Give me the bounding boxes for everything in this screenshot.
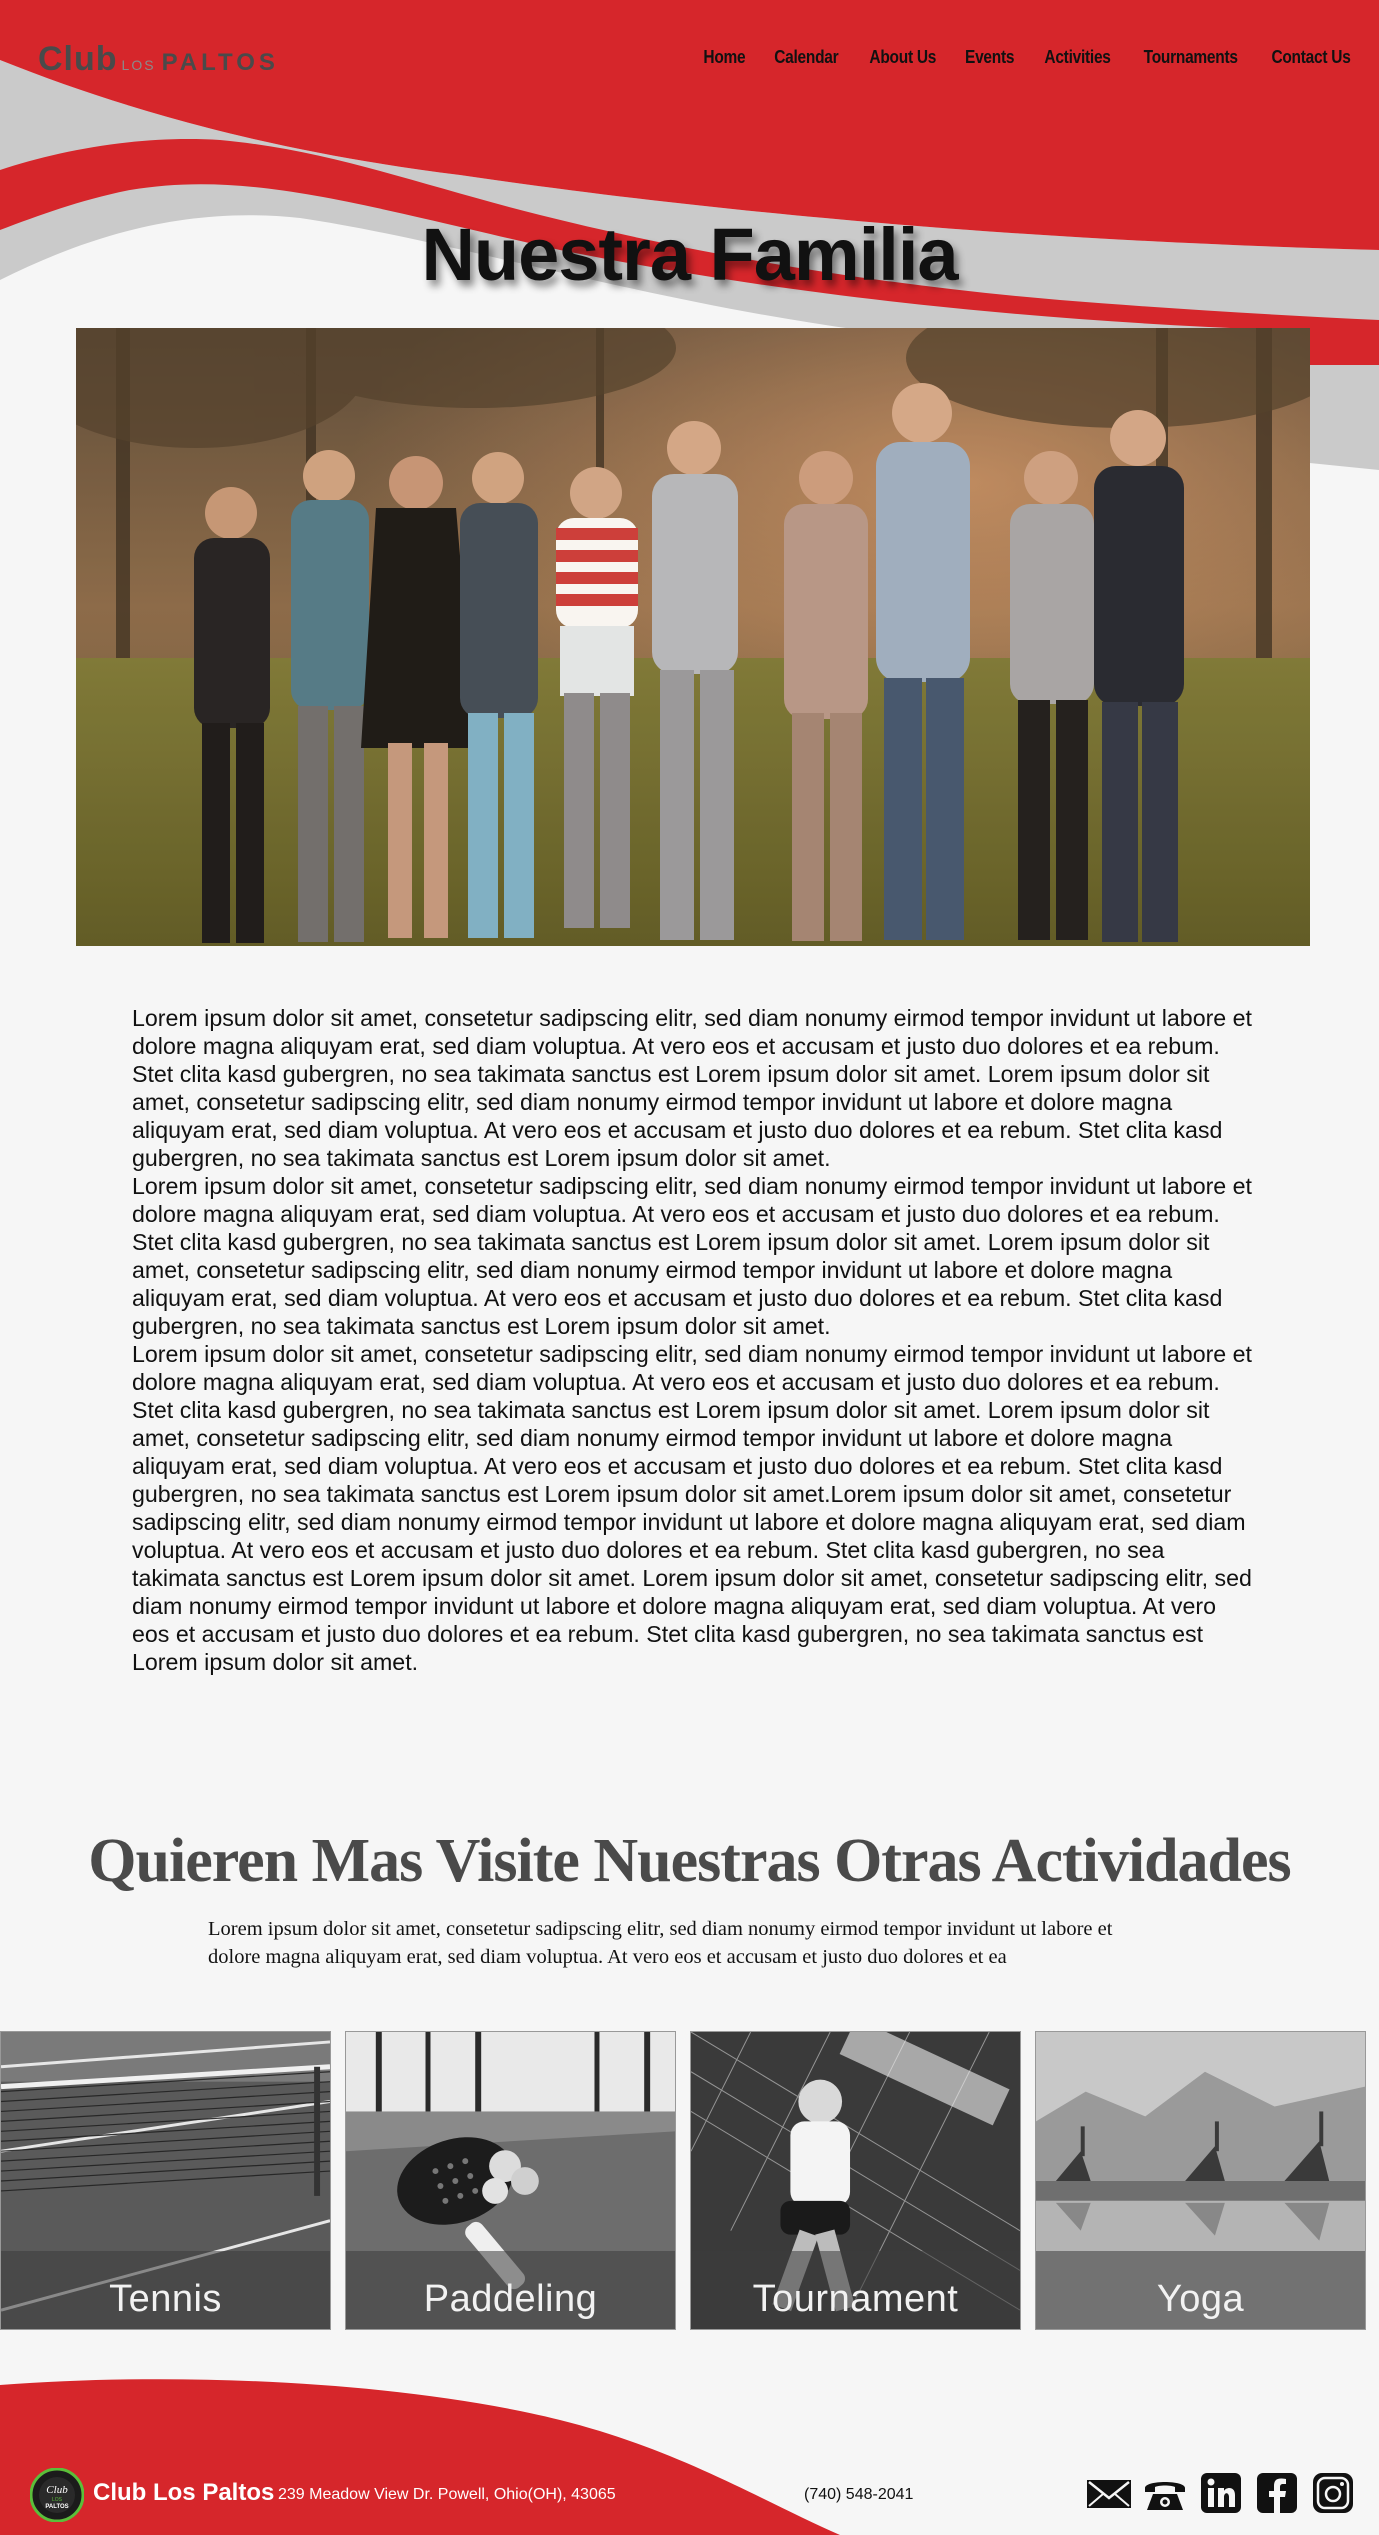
main-nav: Home Calendar About Us Events Activities… <box>700 47 1357 68</box>
tennis-label: Tennis <box>109 2278 222 2320</box>
footer-address: 239 Meadow View Dr. Powell, Ohio(OH), 43… <box>278 2486 616 2503</box>
activity-card-yoga[interactable]: Yoga <box>1035 2031 1366 2330</box>
mail-icon[interactable] <box>1085 2470 1133 2516</box>
activity-card-tournament[interactable]: Tournament <box>690 2031 1021 2330</box>
social-links <box>1085 2470 1357 2516</box>
footer-phone[interactable]: (740) 548-2041 <box>804 2486 913 2504</box>
nav-home[interactable]: Home <box>704 47 746 68</box>
phone-icon[interactable] <box>1141 2470 1189 2516</box>
activities-title: Quieren Mas Visite Nuestras Otras Activi… <box>88 1827 1291 1895</box>
instagram-icon[interactable] <box>1309 2470 1357 2516</box>
linkedin-icon[interactable] <box>1197 2470 1245 2516</box>
activities-description: Lorem ipsum dolor sit amet, consetetur s… <box>208 1918 1113 1968</box>
footer-logo-los: LOS <box>52 2497 63 2503</box>
yoga-label: Yoga <box>1156 2278 1245 2320</box>
nav-activities[interactable]: Activities <box>1044 47 1111 68</box>
logo-club-text: Club <box>38 40 118 78</box>
logo-paltos-text: PALTOS <box>161 49 279 76</box>
nav-contact-us[interactable]: Contact Us <box>1271 47 1350 68</box>
intro-paragraph-2: Lorem ipsum dolor sit amet, consetetur s… <box>132 1173 1252 1339</box>
intro-paragraph-1: Lorem ipsum dolor sit amet, consetetur s… <box>132 1005 1252 1171</box>
activity-card-paddeling[interactable]: Paddeling <box>345 2031 676 2330</box>
activity-card-tennis[interactable]: Tennis <box>0 2031 331 2330</box>
page-title: Nuestra Familia <box>421 213 958 296</box>
nav-tournaments[interactable]: Tournaments <box>1143 47 1237 68</box>
intro-paragraph-3: Lorem ipsum dolor sit amet, consetetur s… <box>132 1341 1252 1675</box>
intro-text: Lorem ipsum dolor sit amet, consetetur s… <box>132 1004 1252 1676</box>
nav-calendar[interactable]: Calendar <box>774 47 838 68</box>
activities-grid: Tennis Paddeling Tournament Yoga <box>0 2031 1379 2331</box>
facebook-icon[interactable] <box>1253 2470 1301 2516</box>
logo-los-text: LOS <box>121 57 156 73</box>
paddeling-label: Paddeling <box>423 2278 598 2320</box>
footer-logo-paltos: PALTOS <box>45 2504 68 2510</box>
site-logo[interactable]: Club LOS PALTOS <box>38 40 279 79</box>
nav-about-us[interactable]: About Us <box>869 47 936 68</box>
nav-events[interactable]: Events <box>965 47 1014 68</box>
footer-brand-name: Club Los Paltos <box>93 2479 275 2506</box>
footer-logo-icon[interactable]: Club LOS PALTOS <box>30 2468 84 2522</box>
hero-group-photo <box>76 328 1310 946</box>
tournament-label: Tournament <box>752 2278 959 2320</box>
footer-logo-club: Club <box>46 2484 68 2496</box>
